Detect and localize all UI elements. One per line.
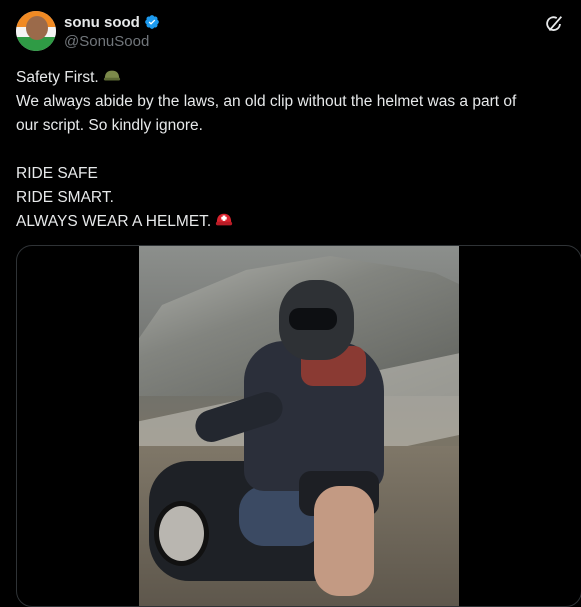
tweet-media[interactable]	[16, 245, 581, 607]
tweet-line: our script. So kindly ignore.	[16, 117, 203, 134]
tweet-header: sonu sood @SonuSood	[16, 11, 565, 53]
tweet-line: We always abide by the laws, an old clip…	[16, 93, 517, 110]
author-avatar[interactable]	[16, 11, 56, 51]
tweet-line: RIDE SAFE	[16, 165, 98, 182]
rescue-worker-helmet-emoji	[215, 211, 233, 229]
verified-badge-icon	[144, 15, 159, 29]
tweet-line: Safety First.	[16, 66, 581, 90]
tweet-line: RIDE SMART.	[16, 189, 114, 206]
author-name[interactable]: sonu sood	[64, 14, 140, 31]
military-helmet-emoji	[103, 67, 121, 85]
tweet-text: Safety First. We always abide by the law…	[16, 66, 581, 234]
video-player[interactable]	[139, 246, 459, 606]
author-handle[interactable]: @SonuSood	[64, 33, 160, 50]
grok-icon[interactable]	[543, 13, 565, 35]
author-info: sonu sood @SonuSood	[64, 12, 160, 50]
tweet-line: ALWAYS WEAR A HELMET.	[16, 210, 581, 234]
